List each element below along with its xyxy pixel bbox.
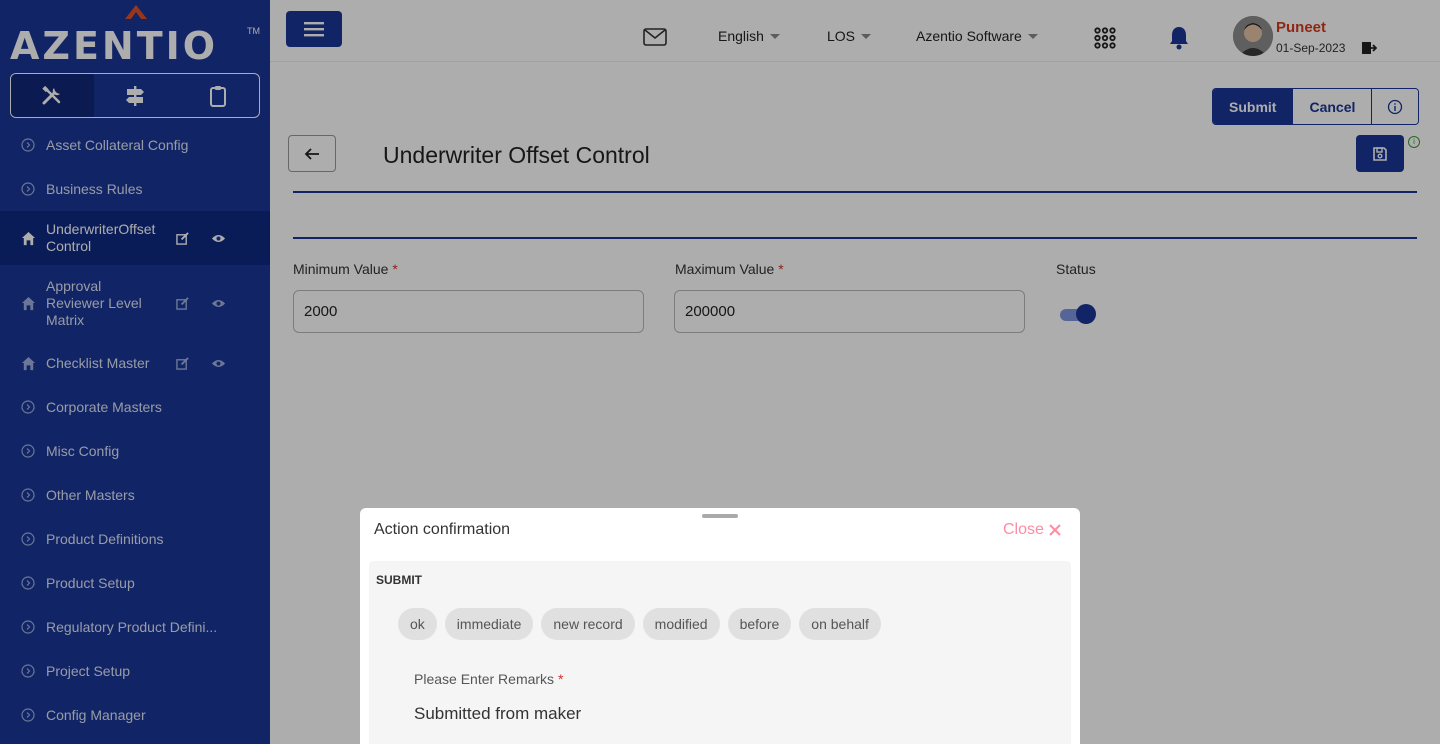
remarks-label: Please Enter Remarks * — [414, 671, 563, 687]
chip-on-behalf[interactable]: on behalf — [799, 608, 881, 640]
chip-modified[interactable]: modified — [642, 608, 720, 640]
dialog-body: SUBMIT ok immediate new record modified … — [369, 561, 1071, 744]
quick-remark-chips: ok immediate new record modified before … — [398, 608, 881, 640]
required-mark: * — [557, 671, 564, 687]
drag-handle[interactable] — [702, 514, 738, 518]
chip-new-record[interactable]: new record — [541, 608, 635, 640]
chip-before[interactable]: before — [727, 608, 792, 640]
close-button[interactable]: Close — [1003, 521, 1062, 539]
dialog-title: Action confirmation — [374, 521, 511, 538]
chip-immediate[interactable]: immediate — [444, 608, 534, 640]
dialog-section-title: SUBMIT — [376, 573, 422, 587]
chip-ok[interactable]: ok — [398, 608, 437, 640]
close-icon — [1049, 524, 1061, 536]
remarks-input[interactable] — [414, 704, 1014, 724]
remarks-label-text: Please Enter Remarks — [414, 671, 555, 687]
action-confirmation-dialog: Action confirmation Close SUBMIT ok imme… — [360, 508, 1080, 744]
close-label: Close — [1003, 521, 1044, 538]
